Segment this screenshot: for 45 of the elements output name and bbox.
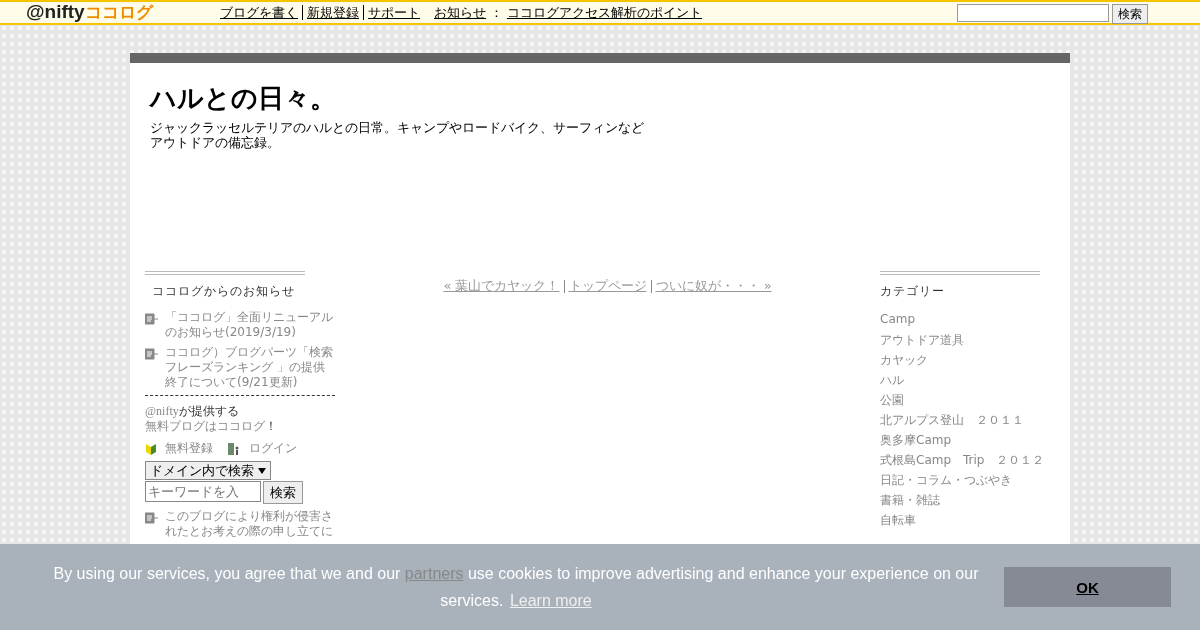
news-link[interactable]: お知らせ	[434, 3, 486, 22]
news-link[interactable]: ココログアクセス解析のポイント	[507, 3, 702, 22]
search-scope-dropdown[interactable]: ドメイン内で検索	[145, 461, 271, 480]
note-icon	[145, 348, 159, 360]
note-icon	[145, 512, 159, 524]
category-link[interactable]: 日記・コラム・つぶやき	[880, 472, 1040, 492]
report-link[interactable]: このブログにより権利が侵害されたとお考えの際の申し立てに	[165, 509, 335, 539]
category-link[interactable]: 式根島Camp Trip ２０１２	[880, 452, 1040, 472]
previous-post-link[interactable]: « 葉山でカヤック！	[443, 277, 560, 295]
promo-text: @niftyが提供する	[145, 404, 240, 419]
search-field[interactable]	[957, 3, 1109, 22]
promo-text: ！	[265, 419, 277, 433]
beginner-leaf-icon	[145, 441, 157, 456]
category-link[interactable]: 北アルプス登山 ２０１１	[880, 412, 1040, 432]
note-icon	[145, 313, 159, 325]
register-link[interactable]: 無料登録	[165, 440, 213, 457]
sidebar-heading: ココログからのお知らせ	[152, 283, 296, 300]
door-person-icon	[227, 441, 241, 456]
header-link[interactable]: ブログを書く	[220, 3, 298, 22]
blog-description: ジャックラッセルテリアのハルとの日常。キャンプやロードバイク、サーフィンなどアウトドアの備忘録。	[150, 120, 645, 150]
category-link[interactable]: カヤック	[880, 352, 1040, 372]
notice-link[interactable]: 「ココログ」全面リニューアルのお知らせ(2019/3/19)	[165, 310, 335, 340]
category-link[interactable]: 奥多摩Camp	[880, 432, 1040, 452]
category-link[interactable]: 書籍・雑誌	[880, 492, 1040, 512]
sidebar-heading: カテゴリー	[880, 283, 946, 300]
search-button[interactable]: 検索	[1112, 4, 1148, 24]
notice-link[interactable]: ココログ）ブログパーツ「検索フレーズランキング 」の提供終了について(9/21更新)	[165, 345, 335, 390]
header-link[interactable]: サポート	[368, 3, 420, 22]
blog-title[interactable]: ハルとの日々。	[150, 81, 1050, 116]
header-link[interactable]: 新規登録	[307, 3, 359, 22]
top-page-link[interactable]: トップページ	[568, 277, 647, 295]
promo-link[interactable]: 無料ブログはココログ	[145, 419, 265, 433]
news-separator: ：	[490, 3, 503, 22]
category-link[interactable]: 自転車	[880, 512, 1040, 532]
keyword-field[interactable]: キーワードを入	[145, 481, 261, 502]
nifty-logo[interactable]: @niftyココログ	[26, 2, 206, 23]
category-link[interactable]: アウトドア道具	[880, 332, 1040, 352]
caret-icon	[258, 467, 266, 474]
category-link[interactable]: 公園	[880, 392, 1040, 412]
login-link[interactable]: ログイン	[249, 440, 297, 457]
ok-button[interactable]: OK	[1004, 567, 1171, 607]
search-button[interactable]: 検索	[263, 481, 303, 504]
category-link[interactable]: ハル	[880, 372, 1040, 392]
category-link[interactable]: Camp	[880, 312, 1040, 332]
next-post-link[interactable]: ついに奴が・・・ »	[655, 277, 772, 295]
